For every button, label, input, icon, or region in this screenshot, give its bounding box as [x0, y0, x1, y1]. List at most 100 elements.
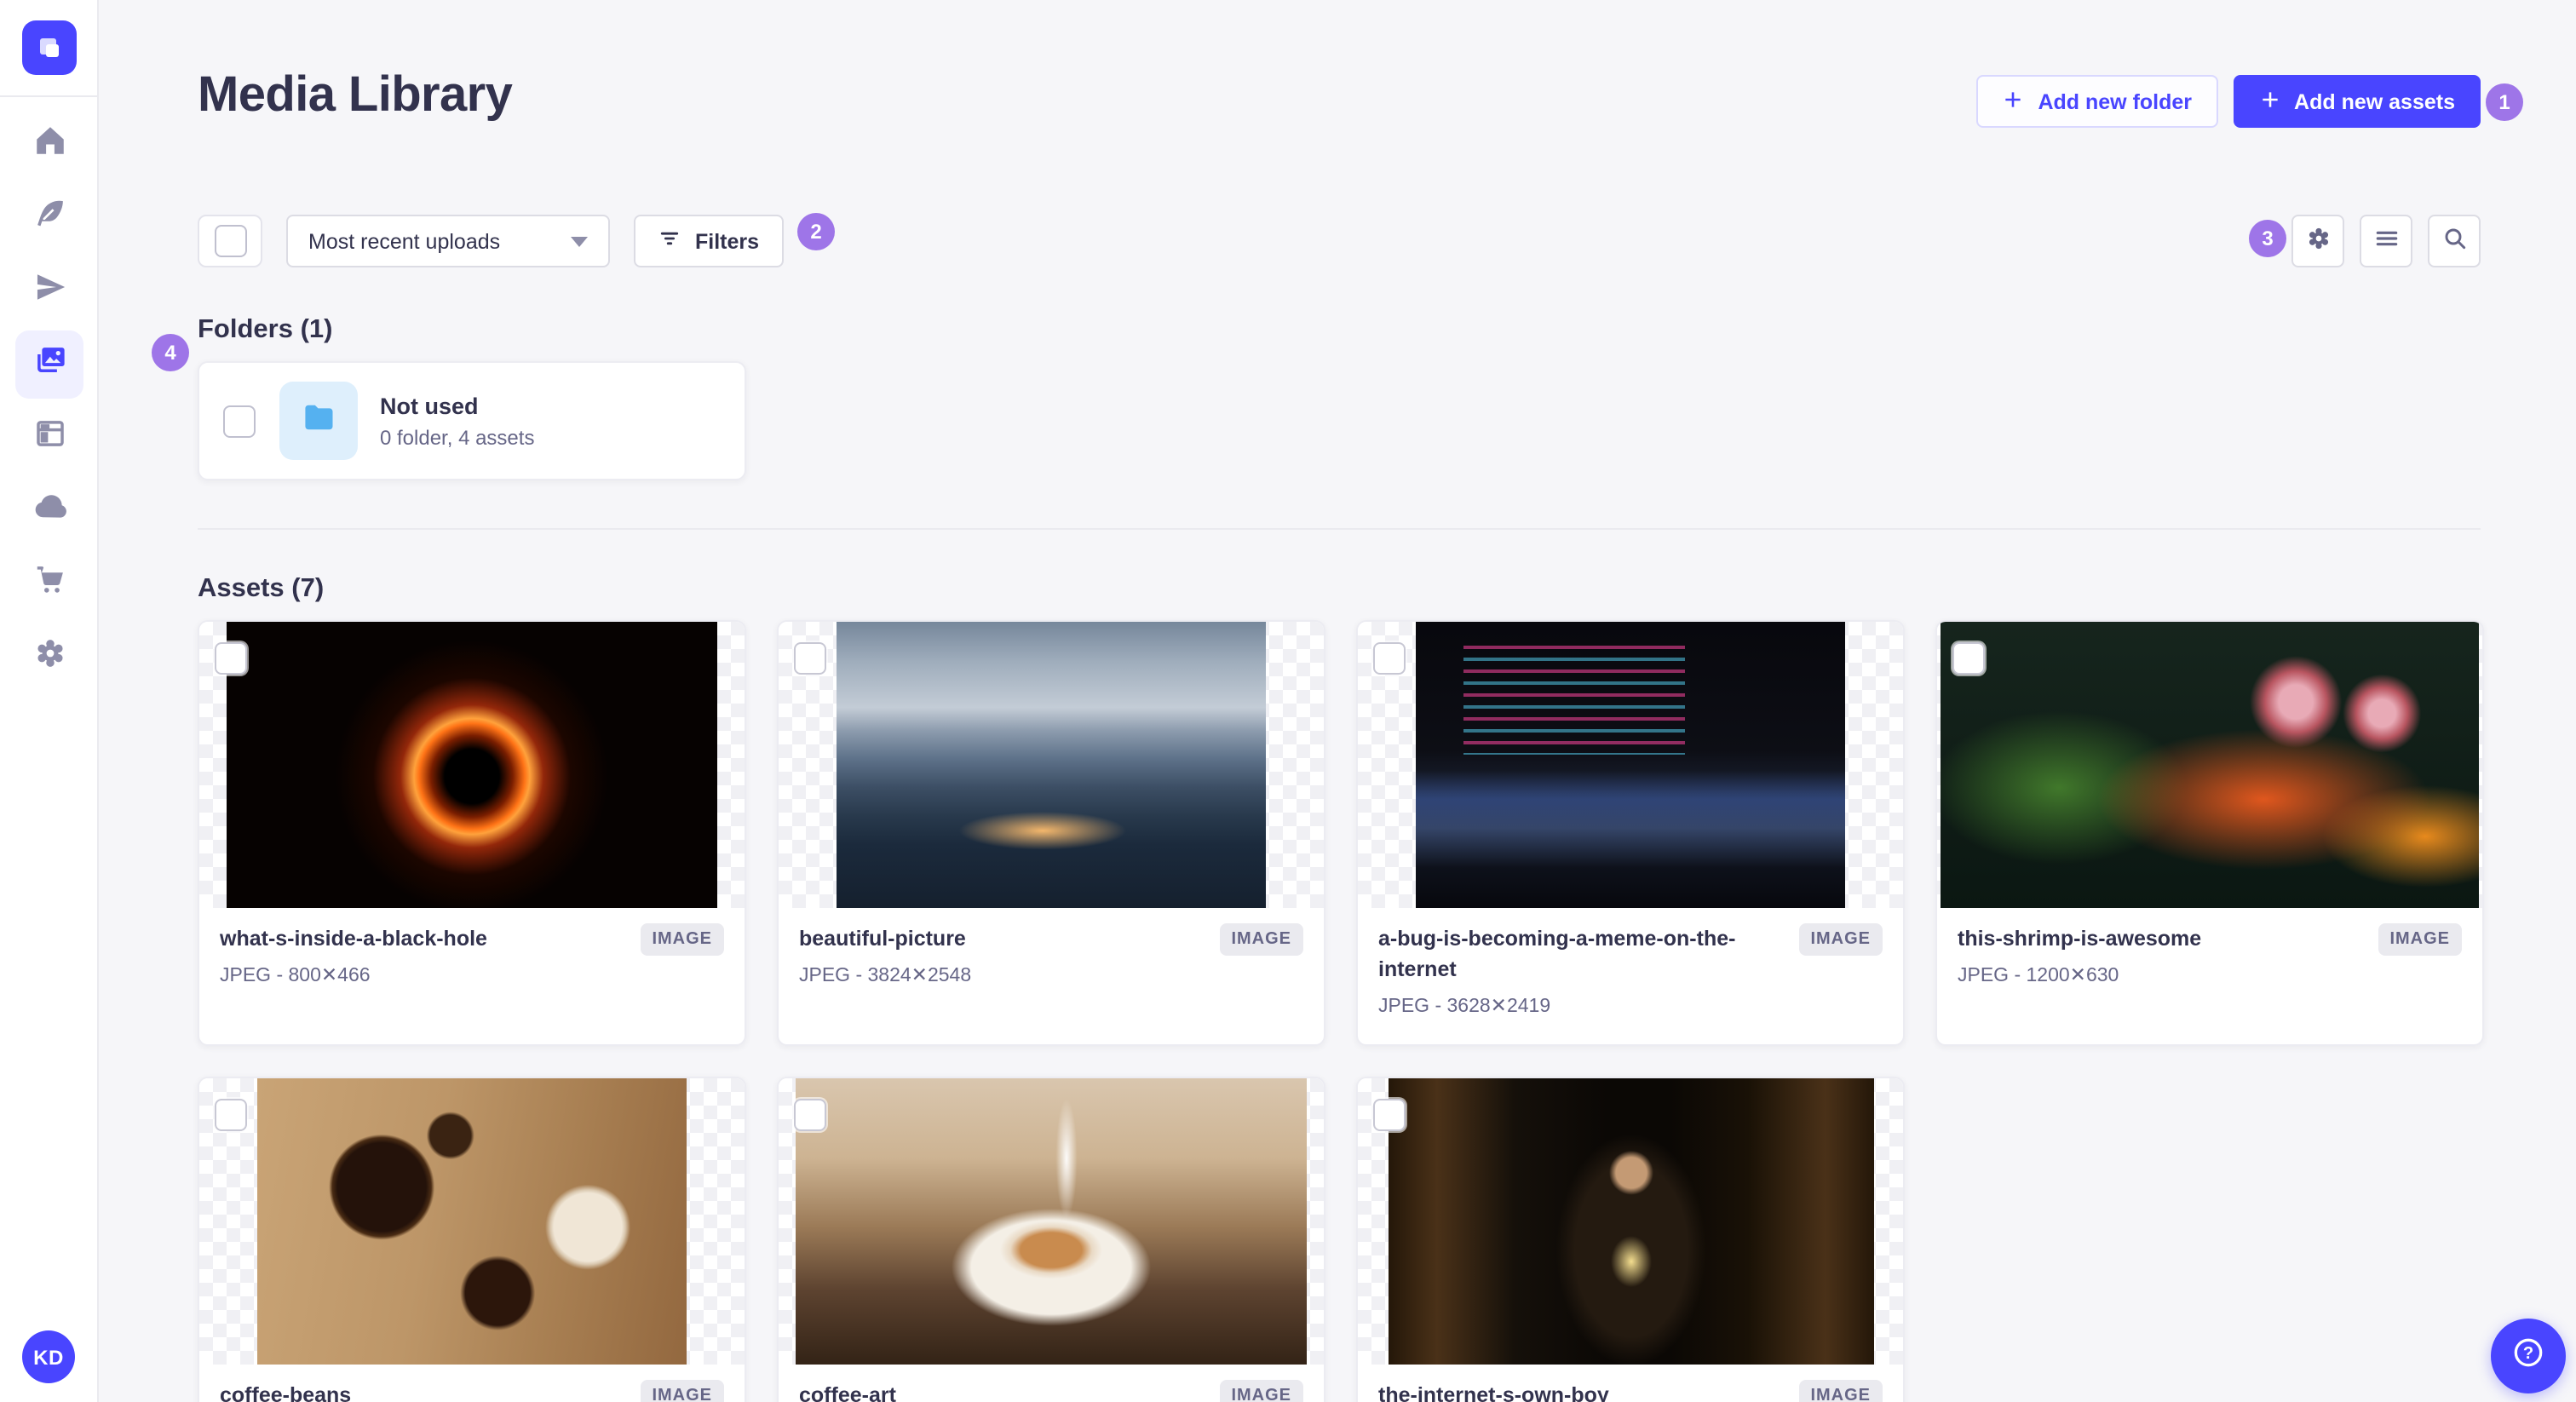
- media-library-app: KD Media Library Add new folder Add new …: [0, 0, 2576, 1402]
- header-actions: Add new folder Add new assets: [1976, 75, 2481, 128]
- asset-checkbox[interactable]: [1373, 1099, 1406, 1131]
- asset-info: beautiful-picture JPEG - 3824✕2548 IMAGE: [779, 908, 1324, 986]
- annotation-badge-3: 3: [2249, 220, 2286, 257]
- asset-checkbox[interactable]: [1373, 642, 1406, 675]
- add-new-assets-button[interactable]: Add new assets: [2233, 75, 2481, 128]
- feather-icon: [32, 196, 67, 240]
- chevron-down-icon: [571, 236, 588, 246]
- sidebar-item-home[interactable]: [15, 111, 83, 179]
- asset-thumbnail: [796, 1078, 1307, 1365]
- view-controls: [2291, 215, 2481, 267]
- help-button[interactable]: ?: [2491, 1319, 2566, 1393]
- svg-text:?: ?: [2523, 1343, 2533, 1362]
- asset-thumbnail: [1941, 622, 2479, 908]
- asset-title: the-internet-s-own-boy: [1378, 1383, 1609, 1402]
- paper-plane-icon: [32, 269, 67, 313]
- asset-type-badge: IMAGE: [1219, 1380, 1303, 1402]
- configure-view-button[interactable]: [2291, 215, 2344, 267]
- asset-info: the-internet-s-own-boy JPEG - 1200✕707 I…: [1358, 1365, 1903, 1402]
- folder-title: Not used: [380, 393, 479, 418]
- sort-dropdown-value: Most recent uploads: [308, 229, 501, 253]
- plus-icon: [2002, 88, 2024, 115]
- asset-thumbnail: [1416, 622, 1845, 908]
- folder-icon: [300, 398, 337, 444]
- question-mark-icon: ?: [2510, 1333, 2547, 1379]
- asset-card-black-hole[interactable]: what-s-inside-a-black-hole JPEG - 800✕46…: [198, 620, 746, 1046]
- add-new-assets-label: Add new assets: [2294, 89, 2455, 113]
- user-avatar[interactable]: KD: [22, 1330, 75, 1383]
- asset-info: this-shrimp-is-awesome JPEG - 1200✕630 I…: [1937, 908, 2482, 986]
- asset-checkbox[interactable]: [215, 642, 247, 675]
- asset-checkbox[interactable]: [1952, 642, 1985, 675]
- select-all-checkbox[interactable]: [214, 225, 246, 257]
- asset-type-badge: IMAGE: [1219, 923, 1303, 956]
- asset-card-beautiful-picture[interactable]: beautiful-picture JPEG - 3824✕2548 IMAGE: [777, 620, 1325, 1046]
- asset-info: coffee-art JPEG - 5824✕3259 IMAGE: [779, 1365, 1324, 1402]
- toolbar: Most recent uploads Filters: [198, 215, 784, 267]
- asset-thumbnail-area: [779, 622, 1324, 908]
- asset-card-coffee-beans[interactable]: coffee-beans JPEG - 5021✕3347 IMAGE: [198, 1077, 746, 1402]
- list-icon: [2372, 225, 2400, 257]
- asset-type-badge: IMAGE: [1798, 923, 1883, 956]
- asset-checkbox[interactable]: [794, 642, 826, 675]
- filters-button-label: Filters: [695, 229, 760, 253]
- images-icon: [32, 342, 67, 387]
- asset-meta: JPEG - 800✕466: [220, 966, 371, 987]
- select-all-container: [198, 215, 262, 267]
- asset-info: coffee-beans JPEG - 5021✕3347 IMAGE: [199, 1365, 745, 1402]
- sort-dropdown[interactable]: Most recent uploads: [286, 215, 610, 267]
- asset-card-shrimp[interactable]: this-shrimp-is-awesome JPEG - 1200✕630 I…: [1935, 620, 2484, 1046]
- asset-card-bug-meme[interactable]: a-bug-is-becoming-a-meme-on-the-internet…: [1356, 620, 1905, 1046]
- home-icon: [32, 123, 67, 167]
- strapi-logo-icon[interactable]: [22, 20, 77, 75]
- sidebar-item-settings[interactable]: [15, 623, 83, 692]
- cloud-icon: [32, 489, 67, 533]
- asset-info: what-s-inside-a-black-hole JPEG - 800✕46…: [199, 908, 745, 986]
- layout-icon: [32, 416, 67, 460]
- search-icon: [2441, 225, 2468, 257]
- asset-title: beautiful-picture: [799, 927, 966, 951]
- annotation-badge-4: 4: [152, 334, 189, 371]
- sidebar-item-releases[interactable]: [15, 257, 83, 325]
- asset-meta: JPEG - 1200✕630: [1958, 966, 2119, 987]
- asset-checkbox[interactable]: [794, 1099, 826, 1131]
- sidebar: KD: [0, 0, 99, 1402]
- asset-thumbnail-area: [779, 1078, 1324, 1365]
- asset-thumbnail: [837, 622, 1266, 908]
- asset-title: what-s-inside-a-black-hole: [220, 927, 487, 951]
- logo-container: [0, 0, 99, 97]
- list-view-button[interactable]: [2360, 215, 2412, 267]
- asset-checkbox[interactable]: [215, 1099, 247, 1131]
- asset-type-badge: IMAGE: [640, 1380, 724, 1402]
- asset-thumbnail: [227, 622, 717, 908]
- asset-thumbnail-area: [1358, 622, 1903, 908]
- asset-thumbnail: [1388, 1078, 1873, 1365]
- page-title: Media Library: [198, 68, 513, 123]
- folder-info: Not used 0 folder, 4 assets: [380, 393, 534, 449]
- sidebar-item-cloud[interactable]: [15, 477, 83, 545]
- asset-thumbnail-area: [1937, 622, 2482, 908]
- main-content: Media Library Add new folder Add new ass…: [99, 0, 2576, 1402]
- sidebar-item-marketplace[interactable]: [15, 550, 83, 618]
- add-new-folder-label: Add new folder: [2038, 89, 2193, 113]
- add-new-folder-button[interactable]: Add new folder: [1976, 75, 2218, 128]
- search-button[interactable]: [2428, 215, 2481, 267]
- folder-icon-container: [279, 382, 358, 460]
- asset-card-coffee-art[interactable]: coffee-art JPEG - 5824✕3259 IMAGE: [777, 1077, 1325, 1402]
- sidebar-nav: [0, 106, 99, 692]
- folder-checkbox[interactable]: [223, 405, 256, 437]
- sidebar-item-content-manager[interactable]: [15, 404, 83, 472]
- asset-title: this-shrimp-is-awesome: [1958, 927, 2202, 951]
- asset-title: coffee-art: [799, 1383, 896, 1402]
- assets-heading: Assets (7): [198, 574, 325, 603]
- asset-title: coffee-beans: [220, 1383, 352, 1402]
- asset-type-badge: IMAGE: [1798, 1380, 1883, 1402]
- folder-card[interactable]: Not used 0 folder, 4 assets: [198, 361, 746, 480]
- sidebar-item-media-library[interactable]: [15, 330, 83, 399]
- asset-thumbnail-area: [199, 622, 745, 908]
- annotation-badge-1: 1: [2486, 83, 2523, 121]
- gear-icon: [2304, 225, 2332, 257]
- asset-card-internet-own-boy[interactable]: the-internet-s-own-boy JPEG - 1200✕707 I…: [1356, 1077, 1905, 1402]
- filters-button[interactable]: Filters: [634, 215, 784, 267]
- sidebar-item-content[interactable]: [15, 184, 83, 252]
